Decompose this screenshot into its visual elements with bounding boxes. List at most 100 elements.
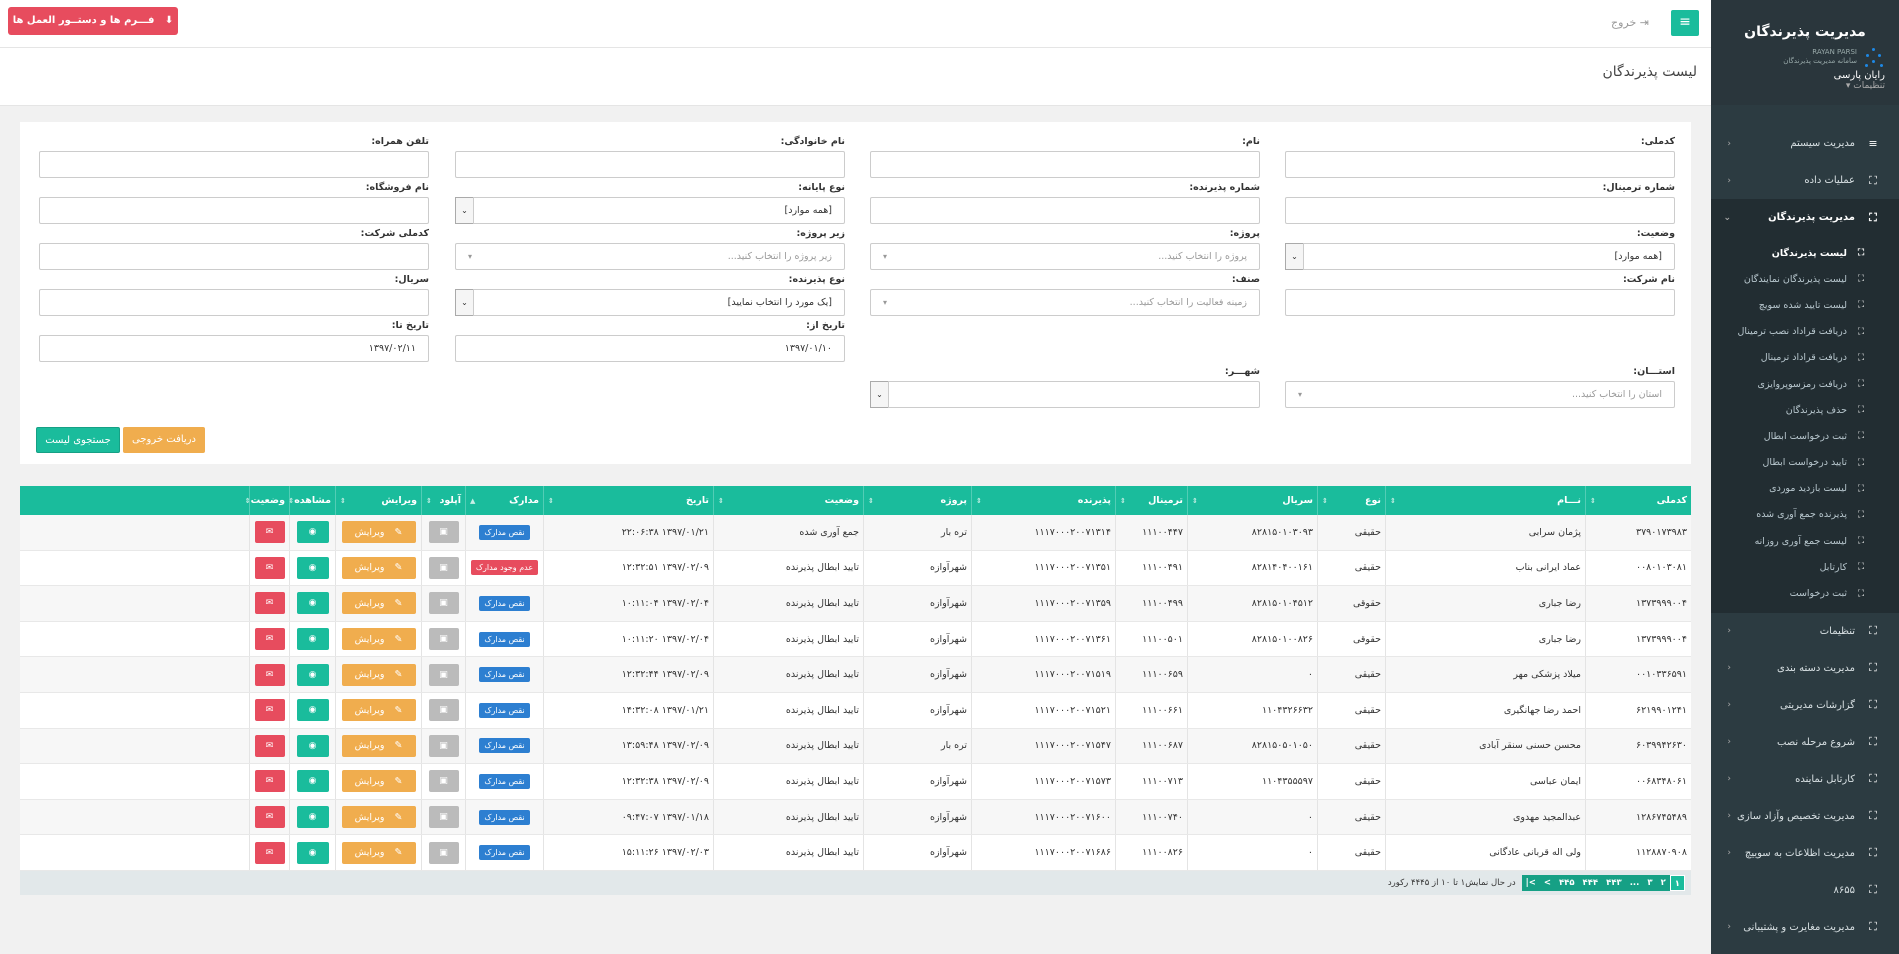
city-select[interactable] — [888, 381, 1260, 408]
table-row[interactable]: ۱۳۷۳۹۹۹۰۰۴ رضا جباری حقوقی ۸۲۸۱۵۰۱۰۰۸۲۶ ۱۱۱۰… — [20, 621, 1691, 658]
sidebar-subitem[interactable]: ⛶ ثبت درخواست — [1711, 580, 1899, 606]
serial-input[interactable] — [39, 289, 429, 316]
sidebar-subitem[interactable]: ⛶ پذیرنده جمع آوری شده — [1711, 502, 1899, 528]
sidebar-subitem[interactable]: ⛶ تایید درخواست ابطال — [1711, 450, 1899, 476]
logout-link[interactable]: ⇥ خروج — [1611, 16, 1649, 29]
table-row[interactable]: ۱۳۷۳۹۹۹۰۰۴ رضا جباری حقوقی ۸۲۸۱۵۰۱۰۴۵۱۲ ۱۱۱۰… — [20, 586, 1691, 622]
acceptor-type-select[interactable]: [یک مورد را انتخاب نمایید] — [473, 289, 845, 316]
sidebar-item[interactable]: ⛶ مدیریت دسته بندی ‹ — [1711, 650, 1899, 687]
edit-button[interactable]: ✎ ویرایش — [341, 841, 416, 864]
sidebar-subitem[interactable]: ⛶ دریافت قراداد ترمینال — [1711, 345, 1899, 371]
view-button[interactable]: ◉ — [296, 770, 329, 793]
column-header[interactable]: تاریخ ⇕ — [543, 486, 713, 515]
sidebar-subitem[interactable]: ⛶ لیست پذیرندگان — [1711, 240, 1899, 266]
sidebar-subitem[interactable]: ⛶ لیست تایید شده سویچ — [1711, 292, 1899, 318]
edit-button[interactable]: ✎ ویرایش — [341, 628, 416, 651]
view-button[interactable]: ◉ — [296, 663, 329, 686]
user-settings-link[interactable]: تنظیمات ▾ — [1725, 81, 1885, 91]
mobile-input[interactable] — [39, 151, 429, 178]
image-upload-button[interactable]: ▣ — [428, 806, 459, 829]
date-to-input[interactable]: ۱۳۹۷/۰۲/۱۱ — [39, 335, 429, 362]
chevron-down-icon[interactable]: ⌄ — [1285, 243, 1303, 270]
view-button[interactable]: ◉ — [296, 734, 329, 757]
edit-button[interactable]: ✎ ویرایش — [341, 699, 416, 722]
view-button[interactable]: ◉ — [296, 521, 329, 544]
docs-status-badge[interactable]: نقص مدارک — [479, 631, 530, 647]
sidebar-item[interactable]: ⛶ مدیریت اظلاعات به سوییچ ‹ — [1711, 835, 1899, 872]
chevron-down-icon[interactable]: ⌄ — [455, 197, 473, 224]
sidebar-subitem[interactable]: ⛶ دریافت قراداد نصب ترمینال — [1711, 319, 1899, 345]
page-link[interactable]: ۴۴۴ — [1579, 875, 1603, 891]
comment-button[interactable]: ✉ — [254, 734, 285, 757]
image-upload-button[interactable]: ▣ — [428, 521, 459, 544]
forms-download-button[interactable]: ⬇ فـــرم ها و دستــور العمل ها — [8, 7, 178, 35]
status-select[interactable]: [همه موارد] — [1303, 243, 1675, 270]
view-button[interactable]: ◉ — [296, 841, 329, 864]
column-header[interactable]: مدارک ▲ — [465, 486, 543, 515]
docs-status-badge[interactable]: نقص مدارک — [479, 809, 530, 825]
chevron-down-icon[interactable]: ⌄ — [455, 289, 473, 316]
table-row[interactable]: ۱۲۸۶۷۴۵۴۸۹ عبدالمجید مهدوی حقیقی ۰ ۱۱۱۰۰۷۴۰ ۱… — [20, 799, 1691, 836]
menu-toggle-button[interactable]: ≡ — [1671, 10, 1699, 36]
sidebar-item[interactable]: ≡ مدیریت سیستم ‹ — [1711, 125, 1899, 162]
column-header[interactable]: پروژه ⇕ — [863, 486, 971, 515]
column-header[interactable]: نوع ⇕ — [1317, 486, 1385, 515]
sidebar-item[interactable]: ⛶ تنظیمات ‹ — [1711, 613, 1899, 650]
sidebar-subitem[interactable]: ⛶ کارتابل — [1711, 554, 1899, 580]
table-row[interactable]: ۶۰۳۹۹۴۲۶۳۰ محسن حسنی سنقر آبادی حقیقی ۸۲۸۱۵… — [20, 728, 1691, 765]
column-header[interactable]: کدملی ⇕ — [1585, 486, 1691, 515]
image-upload-button[interactable]: ▣ — [428, 592, 459, 615]
docs-status-badge[interactable]: نقص مدارک — [479, 595, 530, 611]
sidebar-item[interactable]: ⛶ ۸۶۵۵ — [1711, 872, 1899, 909]
view-button[interactable]: ◉ — [296, 556, 329, 579]
sidebar-subitem[interactable]: ⛶ ثبت درخواست ابطال — [1711, 423, 1899, 449]
edit-button[interactable]: ✎ ویرایش — [341, 556, 416, 579]
docs-status-badge[interactable]: نقص مدارک — [479, 773, 530, 789]
image-upload-button[interactable]: ▣ — [428, 556, 459, 579]
table-row[interactable]: ۰۰۱۰۳۳۶۵۹۱ میلاد پزشکی مهر حقیقی ۰ ۱۱۱۰۰۶۵۹ ۱… — [20, 657, 1691, 693]
sidebar-subitem[interactable]: ⛶ حذف پذیرندگان — [1711, 397, 1899, 423]
image-upload-button[interactable]: ▣ — [428, 628, 459, 651]
sidebar-item[interactable]: ⛶ عملیات داده ‹ — [1711, 162, 1899, 199]
column-header[interactable]: ترمینال ⇕ — [1115, 486, 1187, 515]
edit-button[interactable]: ✎ ویرایش — [341, 770, 416, 793]
comment-button[interactable]: ✉ — [254, 556, 285, 579]
page-link[interactable]: ۲ — [1657, 875, 1670, 891]
docs-status-badge[interactable]: نقص مدارک — [479, 667, 530, 683]
terminal-no-input[interactable] — [1285, 197, 1675, 224]
edit-button[interactable]: ✎ ویرایش — [341, 521, 416, 544]
comment-button[interactable]: ✉ — [254, 628, 285, 651]
sidebar-subitem[interactable]: ⛶ لیست پذیرندگان نمایندگان — [1711, 266, 1899, 292]
edit-button[interactable]: ✎ ویرایش — [341, 806, 416, 829]
sidebar-item[interactable]: ⛶ مدیریت تخصیص وآزاد سازی ‹ — [1711, 798, 1899, 835]
date-from-input[interactable]: ۱۳۹۷/۰۱/۱۰ — [455, 335, 845, 362]
next-page-button[interactable]: > — [1540, 875, 1555, 891]
docs-status-badge[interactable]: نقص مدارک — [479, 738, 530, 754]
table-row[interactable]: ۰۰۸۰۱۰۳۰۸۱ عماد ایرانی بناب حقیقی ۸۲۸۱۴۰۴۰۰… — [20, 550, 1691, 587]
page-link[interactable]: ۴۴۵ — [1555, 875, 1579, 891]
first-name-input[interactable] — [870, 151, 1260, 178]
national-code-input[interactable] — [1285, 151, 1675, 178]
guild-select[interactable]: زمینه فعالیت را انتخاب کنید... ▾ — [870, 289, 1260, 316]
view-button[interactable]: ◉ — [296, 806, 329, 829]
province-select[interactable]: استان را انتخاب کنید... ▾ — [1285, 381, 1675, 408]
column-header[interactable]: سریال ⇕ — [1187, 486, 1317, 515]
column-header[interactable]: مشاهده ⇕ — [288, 486, 335, 515]
image-upload-button[interactable]: ▣ — [428, 770, 459, 793]
page-link[interactable]: ۳ — [1643, 875, 1656, 891]
docs-status-badge[interactable]: نقص مدارک — [479, 702, 530, 718]
last-page-button[interactable]: >| — [1522, 875, 1540, 891]
sidebar-subitem[interactable]: ⛶ دریافت رمزسوپروایزی — [1711, 371, 1899, 397]
comment-button[interactable]: ✉ — [254, 663, 285, 686]
table-row[interactable]: ۱۱۲۸۸۷۰۹۰۸ ولی اله قربانی عادگانی حقیقی ۰ ۱۱… — [20, 835, 1691, 871]
chevron-down-icon[interactable]: ⌄ — [870, 381, 888, 408]
terminal-type-select[interactable]: [همه موارد] — [473, 197, 845, 224]
table-row[interactable]: ۶۲۱۹۹۰۱۲۴۱ احمد رضا جهانگیری حقیقی ۱۱۰۴۳۲۶۶… — [20, 692, 1691, 729]
comment-button[interactable]: ✉ — [254, 841, 285, 864]
image-upload-button[interactable]: ▣ — [428, 734, 459, 757]
column-header[interactable]: نـــام ⇕ — [1385, 486, 1585, 515]
docs-status-badge[interactable]: عدم وجود مدارک — [470, 560, 539, 576]
comment-button[interactable]: ✉ — [254, 806, 285, 829]
comment-button[interactable]: ✉ — [254, 521, 285, 544]
sidebar-subitem[interactable]: ⛶ لیست بازدید موردی — [1711, 476, 1899, 502]
